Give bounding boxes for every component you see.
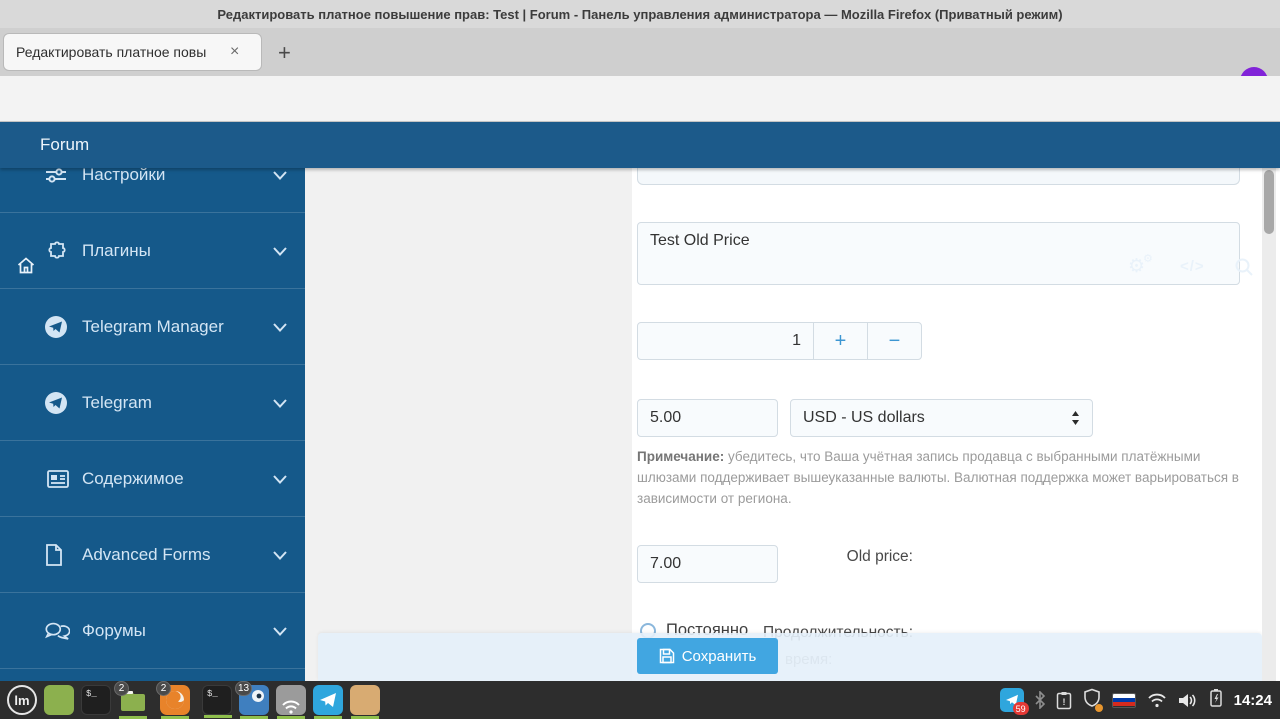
clipboard-icon[interactable]: ! (1056, 691, 1072, 710)
form-label-column (305, 168, 632, 681)
sidebar-item-forums[interactable]: Форумы (0, 594, 305, 669)
terminal-icon[interactable]: $_ (202, 685, 232, 718)
window-titlebar: Редактировать платное повышение прав: Te… (0, 0, 1280, 28)
tab-title: Редактировать платное повы (16, 44, 207, 60)
sidebar-item-telegram-manager[interactable]: Telegram Manager (0, 290, 305, 365)
admin-home-icon[interactable] (16, 256, 36, 280)
telegram-unread-badge: 59 (1012, 702, 1029, 715)
taskbar: lm $_ 2 2 $_ 13 59 ! 14:24 (0, 681, 1280, 719)
sidebar-item-settings[interactable]: Настройки (0, 168, 305, 213)
browser-toolbar: ← → ⟳ xenforo/admin.php?user-upgrades/te… (0, 76, 1280, 192)
description-value: Test Old Price (650, 232, 750, 249)
bluetooth-icon[interactable] (1035, 691, 1045, 709)
sidebar-item-label: Содержимое (82, 469, 184, 488)
stepper-plus-button[interactable]: + (813, 323, 867, 359)
browser-tab-bar: Редактировать платное повы × + (0, 28, 1280, 95)
telegram-app-icon[interactable] (313, 685, 343, 719)
display-order-stepper: 1 + − (637, 322, 922, 360)
admin-sidebar: Настройки Плагины Telegram Manager Teleg… (0, 168, 305, 681)
system-tray: 59 ! 14:24 (999, 688, 1272, 715)
floppy-disk-icon (659, 648, 674, 664)
chevron-down-icon (273, 626, 287, 636)
price-note-body: убедитесь, что Ваша учётная запись прода… (637, 449, 1239, 506)
browser-tab[interactable]: Редактировать платное повы × (3, 33, 262, 71)
save-button-label: Сохранить (681, 647, 757, 665)
sidebar-item-plugins[interactable]: Плагины (0, 214, 305, 289)
admin-search-icon[interactable] (1234, 257, 1254, 282)
price-note-title: Примечание: (637, 449, 725, 464)
stepper-minus-button[interactable]: − (867, 323, 921, 359)
mint-menu-button[interactable]: lm (7, 685, 37, 715)
folder-badge: 2 (114, 681, 129, 696)
file-manager-icon[interactable]: 2 (114, 681, 148, 719)
wifi-tray-icon[interactable] (1147, 692, 1167, 708)
keyboard-layout-flag-ru[interactable] (1111, 692, 1136, 708)
title-input-partial[interactable] (637, 168, 1240, 185)
sidebar-item-content[interactable]: Содержимое (0, 442, 305, 517)
active-indicator (204, 715, 232, 718)
svg-text:!: ! (1062, 697, 1065, 707)
price-input[interactable]: 5.00 (637, 399, 778, 437)
sliders-icon (44, 168, 70, 186)
currency-value: USD - US dollars (803, 409, 925, 426)
price-value: 5.00 (650, 409, 682, 426)
form-content-area: Описание: Вы можете использовать HTML Te… (305, 168, 1280, 681)
window-title: Редактировать платное повышение прав: Te… (217, 6, 1063, 22)
sidebar-item-label: Telegram Manager (82, 317, 224, 336)
shield-icon[interactable] (1083, 688, 1103, 712)
sidebar-item-label: Форумы (82, 621, 146, 640)
admin-brand[interactable]: Forum (40, 135, 89, 155)
chat-bubbles-icon (44, 620, 70, 642)
chevron-down-icon (273, 322, 287, 332)
volume-icon[interactable] (1178, 692, 1198, 709)
chevron-down-icon (273, 170, 287, 180)
select-arrows-icon (1071, 410, 1080, 426)
notes-app-icon[interactable] (350, 685, 380, 719)
save-button[interactable]: Сохранить (637, 638, 778, 674)
telegram-icon (44, 391, 70, 415)
admin-nav-bar: Forum ⚙ ⚙ </> (0, 122, 1280, 277)
terminal-glyph: $_ (86, 689, 97, 699)
tab-close-icon[interactable]: × (230, 43, 239, 61)
old-price-input[interactable]: 7.00 (637, 545, 778, 583)
taskbar-clock[interactable]: 14:24 (1234, 692, 1272, 709)
sidebar-item-telegram[interactable]: Telegram (0, 366, 305, 441)
document-icon (44, 543, 70, 567)
chevron-down-icon (273, 246, 287, 256)
chevron-down-icon (273, 398, 287, 408)
display-order-input[interactable]: 1 (638, 323, 813, 359)
save-bar (318, 633, 1262, 681)
chat-badge: 13 (235, 681, 253, 696)
chat-app-icon[interactable]: 13 (235, 681, 269, 719)
new-tab-button[interactable]: + (278, 40, 291, 66)
old-price-value: 7.00 (650, 555, 682, 572)
puzzle-icon (44, 239, 70, 263)
sidebar-item-label: Настройки (82, 168, 166, 184)
currency-select[interactable]: USD - US dollars (790, 399, 1093, 437)
telegram-icon (44, 315, 70, 339)
newspaper-icon (44, 468, 70, 490)
page-scrollbar[interactable] (1262, 168, 1276, 681)
chevron-down-icon (273, 474, 287, 484)
sidebar-item-label: Advanced Forms (82, 545, 211, 564)
desktop-window-icon[interactable] (44, 685, 74, 715)
scrollbar-thumb[interactable] (1264, 170, 1274, 234)
terminal-icon[interactable]: $_ (81, 685, 111, 715)
firefox-badge: 2 (156, 681, 171, 696)
chevron-down-icon (273, 550, 287, 560)
sidebar-item-label: Telegram (82, 393, 152, 412)
telegram-tray-icon[interactable]: 59 (999, 688, 1029, 715)
admin-settings-gears-icon[interactable]: ⚙ ⚙ (1128, 253, 1153, 278)
battery-icon[interactable] (1209, 688, 1223, 712)
firefox-icon[interactable]: 2 (156, 681, 190, 719)
sidebar-item-label: Плагины (82, 241, 151, 260)
price-note: Примечание: убедитесь, что Ваша учётная … (637, 446, 1245, 509)
wifi-app-icon[interactable] (276, 685, 306, 719)
sidebar-item-advanced-forms[interactable]: Advanced Forms (0, 518, 305, 593)
terminal-glyph: $_ (207, 689, 218, 699)
admin-code-icon[interactable]: </> (1180, 258, 1205, 275)
shield-alert-dot (1094, 704, 1103, 712)
